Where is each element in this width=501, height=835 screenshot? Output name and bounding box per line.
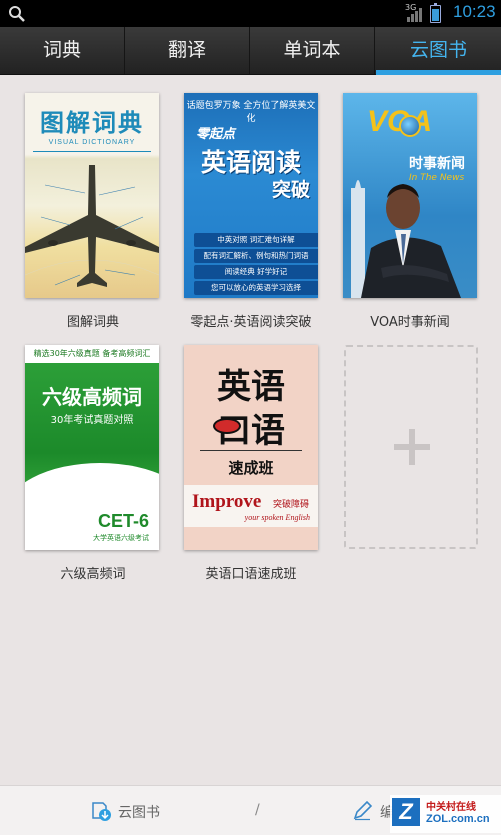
feature-row: 中英对照 词汇难句详解 bbox=[194, 233, 318, 247]
cover-title-line1: 英语 bbox=[217, 367, 285, 407]
book-title-visual-dictionary[interactable]: 图解词典 bbox=[8, 311, 178, 330]
cover-subtitle: 30年考试真题对照 bbox=[50, 415, 134, 426]
tab-dictionary[interactable]: 词典 bbox=[0, 27, 125, 74]
cover-tagline: your spoken English bbox=[244, 513, 310, 522]
book-title-spoken-english[interactable]: 英语口语速成班 bbox=[166, 563, 336, 582]
divider bbox=[200, 450, 302, 451]
book-cover-spoken-english[interactable]: 英语 口语 速成班 Improve 突破障碍 your spoken Engli… bbox=[184, 345, 318, 550]
feature-row: 阅读经典 好学好记 bbox=[194, 265, 318, 279]
lips-icon bbox=[213, 418, 241, 434]
book-cover-english-reading[interactable]: 话题包罗万象 全方位了解英美文化 零起点 英语阅读 突破 中英对照 词汇难句详解… bbox=[184, 93, 318, 298]
cloud-download-icon[interactable] bbox=[91, 800, 112, 821]
feature-row: 您可以放心的英语学习选择 bbox=[194, 281, 318, 295]
tab-cloud-books[interactable]: 云图书 bbox=[376, 27, 501, 74]
cover-subtitle: VISUAL DICTIONARY bbox=[48, 139, 136, 146]
cover-improve-cn: 突破障碍 bbox=[273, 500, 310, 510]
cover-improve: Improve bbox=[192, 491, 262, 512]
active-tab-indicator bbox=[376, 70, 501, 75]
feature-row: 配有词汇解析、例句和热门词语 bbox=[194, 249, 318, 263]
signal-icon bbox=[407, 8, 422, 22]
divider bbox=[33, 151, 151, 152]
cover-title-2: 突破 bbox=[271, 179, 310, 201]
cover-level: CET-6 bbox=[97, 511, 149, 531]
cover-tagline: 精选30年六级真题 备考高频词汇 bbox=[25, 345, 159, 363]
tab-wordbook[interactable]: 单词本 bbox=[250, 27, 375, 74]
watermark-en: ZOL.com.cn bbox=[426, 813, 490, 825]
add-book-slot[interactable] bbox=[344, 345, 478, 549]
watermark-cn: 中关村在线 bbox=[426, 802, 476, 813]
globe-icon bbox=[399, 115, 421, 137]
separator: / bbox=[255, 802, 260, 818]
watermark-logo: Z 中关村在线 ZOL.com.cn bbox=[390, 795, 501, 833]
book-title-voa-news[interactable]: VOA时事新闻 bbox=[325, 311, 495, 330]
plus-icon bbox=[394, 429, 430, 465]
cover-title-line2: 口语 bbox=[217, 411, 285, 451]
cover-feature-list: 中英对照 词汇难句详解 配有词汇解析、例句和热门词语 阅读经典 好学好记 您可以… bbox=[194, 233, 318, 297]
cover-title: 六级高频词 bbox=[42, 385, 142, 409]
tab-bar: 词典 翻译 单词本 云图书 bbox=[0, 27, 501, 75]
watermark-letter: Z bbox=[392, 798, 420, 826]
edit-icon[interactable] bbox=[352, 800, 373, 821]
book-title-cet6-words[interactable]: 六级高频词 bbox=[8, 563, 178, 582]
cover-footer: 大学英语六级考试 bbox=[93, 534, 149, 542]
book-cover-voa-news[interactable]: VOA 时事新闻 In The News bbox=[343, 93, 477, 298]
battery-icon bbox=[430, 3, 441, 23]
portrait-illustration bbox=[351, 180, 461, 298]
cover-title: 英语阅读 bbox=[200, 148, 301, 177]
book-cover-visual-dictionary[interactable]: 图解词典 VISUAL DICTIONARY bbox=[25, 93, 159, 298]
cover-tagline: 话题包罗万象 全方位了解英美文化 bbox=[186, 101, 316, 124]
status-bar: 3G 10:23 bbox=[0, 0, 501, 27]
tab-translate[interactable]: 翻译 bbox=[125, 27, 250, 74]
cover-subtitle: 速成班 bbox=[228, 459, 274, 477]
book-title-english-reading[interactable]: 零起点·英语阅读突破 bbox=[166, 311, 336, 330]
search-icon[interactable] bbox=[8, 5, 26, 23]
clock: 10:23 bbox=[453, 2, 496, 21]
book-cover-cet6-words[interactable]: 精选30年六级真题 备考高频词汇 六级高频词 30年考试真题对照 CET-6 大… bbox=[25, 345, 159, 550]
cover-pre: 零起点 bbox=[196, 127, 236, 142]
cover-title: 图解词典 bbox=[40, 108, 144, 137]
airplane-illustration bbox=[25, 165, 159, 287]
cloud-books-button[interactable]: 云图书 bbox=[118, 802, 160, 822]
